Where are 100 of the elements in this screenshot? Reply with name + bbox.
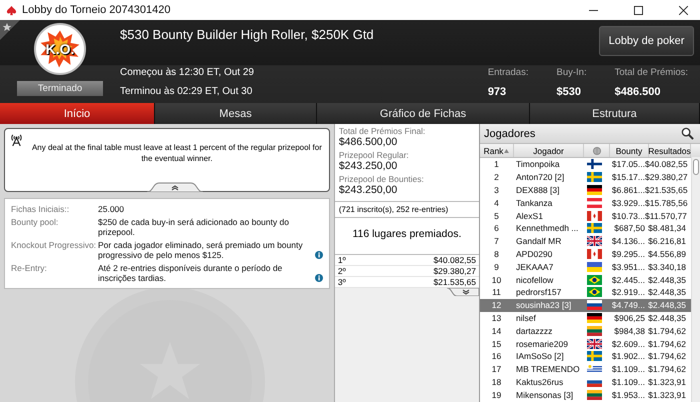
tab[interactable]: Gráfico de Fichas — [317, 103, 530, 124]
rank-cell-text: 14 — [490, 326, 502, 336]
bounty-cell-text: $1.902... — [610, 351, 645, 362]
player-row[interactable]: 16 IAmSoSo [2] $1.902... $1.794,62 — [480, 350, 691, 363]
favorite-star-icon[interactable] — [0, 20, 20, 40]
poker-lobby-button[interactable]: Lobby de poker — [599, 26, 694, 56]
players-title: Jogadores — [484, 128, 536, 140]
info-icon[interactable] — [314, 251, 323, 259]
player-row[interactable]: 14 dartazzzz $984,38 $1.794,62 — [480, 324, 691, 338]
prize-label: Prizepool de Bounties: — [338, 174, 425, 184]
flag-icon — [587, 338, 602, 349]
player-row[interactable]: 4 Tankanza $3.929...$15.785,56 — [480, 196, 691, 210]
player-row[interactable]: 9 JEKAAA7 $3.951... $3.340,18 — [480, 260, 691, 274]
player-row[interactable]: 5 AlexS1 $10.73...$11.570,77 — [480, 209, 691, 222]
result-cell: $15.785,56 — [645, 198, 686, 208]
player-row[interactable]: 13 nilsef $906,25 $2.448,35 — [480, 312, 691, 324]
search-icon[interactable] — [681, 127, 694, 140]
expand-tab-icon[interactable] — [447, 288, 479, 296]
bounty-cell-text: $3.929... — [610, 198, 645, 208]
scrollbar[interactable] — [691, 157, 700, 402]
player-name: Timonpoika — [515, 159, 561, 170]
player-row[interactable]: 19 Mikensonas [3] $1.953... $1.323,91 — [480, 388, 691, 402]
column-header[interactable]: Rank — [480, 144, 514, 157]
close-icon[interactable] — [679, 6, 688, 14]
player-row[interactable]: 10 nicofellow $2.445... $2.448,35 — [480, 273, 691, 286]
player-name: Kennethmedh ... — [515, 223, 580, 234]
bounty-cell-text: $6.861... — [610, 184, 645, 195]
broadcast-antenna-icon — [10, 133, 23, 146]
player-row[interactable]: 12 sousinha23 [3] $4.749... $2.448,35 — [480, 298, 691, 312]
stat-label: Total de Prémios: — [614, 67, 688, 78]
flag-icon — [587, 351, 602, 362]
bounty-cell-text: $17.05... — [610, 159, 645, 170]
result-cell-text: $2.448,35 — [647, 312, 686, 323]
player-row[interactable]: 8 APD0290 $9.295... $4.556,89 — [480, 248, 691, 260]
stat-label: Buy-In: — [556, 67, 587, 78]
prize-label: Prizepool Regular: — [338, 150, 410, 160]
flag-icon — [587, 262, 602, 272]
player-name: Tankanza — [515, 198, 554, 208]
player-row[interactable]: 2 Anton720 [2] $15.17...$29.380,27 — [480, 170, 691, 184]
rank-cell-text: 13 — [490, 312, 502, 323]
rank-cell-text: 18 — [490, 376, 502, 387]
rank-cell-text: 16 — [490, 351, 502, 362]
result-cell-text: $2.448,35 — [647, 300, 686, 310]
tournament-title: $530 Bounty Builder High Roller, $250K Gtd — [120, 27, 374, 42]
player-name: MB TREMENDO — [515, 364, 581, 374]
bounty-cell-text: $4.136... — [610, 236, 645, 246]
detail-label: Bounty pool: — [11, 217, 60, 229]
stat-value: $486.500 — [614, 86, 662, 98]
player-name: Mikensonas [3] — [515, 390, 574, 400]
tab[interactable]: Início — [0, 103, 155, 124]
result-cell-text: $2.448,35 — [647, 287, 686, 298]
player-row[interactable]: 7 Gandalf MR $4.136... $6.216,81 — [480, 234, 691, 248]
rank-cell-text: 2 — [493, 172, 500, 182]
player-row[interactable]: 18 Kaktus26rus $1.109... $1.323,91 — [480, 376, 691, 388]
info-icon[interactable] — [314, 274, 323, 282]
player-row[interactable]: 3 DEX888 [3] $6.861...$21.535,65 — [480, 184, 691, 196]
rank-cell-text: 6 — [493, 223, 500, 234]
bounty-cell-text: $1.109... — [610, 376, 645, 387]
flag-icon — [587, 236, 602, 246]
globe-icon — [592, 146, 600, 154]
payout-place: 1º — [338, 255, 346, 265]
prize-value: $243.250,00 — [338, 184, 398, 196]
player-row[interactable]: 6 Kennethmedh ... $687,50 $8.481,34 — [480, 222, 691, 235]
prize-value: $243.250,00 — [338, 160, 398, 172]
result-cell: $40.082,55 — [645, 159, 686, 170]
player-row[interactable]: 17 MB TREMENDO $1.109... $1.794,62 — [480, 362, 691, 376]
detail-label: Re-Entry: — [11, 263, 48, 275]
flag-icon — [587, 159, 602, 170]
result-cell-text: $1.794,62 — [647, 338, 686, 349]
stat-value: $530 — [556, 86, 582, 98]
bounty-cell-text: $984,38 — [613, 326, 645, 336]
player-row[interactable]: 15 rosemarie209 $2.609... $1.794,62 — [480, 337, 691, 350]
flag-icon — [587, 210, 602, 221]
player-row[interactable]: 1 Timonpoika $17.05...$40.082,55 — [480, 158, 691, 171]
result-cell-text: $2.448,35 — [647, 274, 686, 285]
prize-value: $486.500,00 — [338, 136, 398, 148]
flag-icon — [587, 223, 602, 234]
tab[interactable]: Estrutura — [530, 103, 700, 124]
payout-place: 3º — [338, 277, 346, 287]
column-header[interactable]: Jogador — [514, 144, 584, 157]
bounty-cell-text: $9.295... — [610, 248, 645, 259]
maximize-icon[interactable] — [634, 6, 643, 14]
detail-value: $250 de cada buy-in será adicionado ao bounty do prizepool. — [98, 217, 290, 237]
player-row[interactable]: 11 pedrorsf157 $2.919... $2.448,35 — [480, 286, 691, 299]
rank-cell-text: 19 — [490, 390, 502, 400]
detail-value: 25.000 — [98, 204, 125, 214]
player-name: pedrorsf157 — [515, 287, 562, 298]
column-header[interactable]: Resultados — [649, 144, 691, 157]
flag-icon — [587, 312, 602, 323]
result-cell-text: $1.794,62 — [647, 326, 686, 336]
player-name: sousinha23 [3] — [515, 300, 572, 310]
stat-value: 973 — [488, 86, 508, 98]
bounty-cell-text: $1.953... — [610, 390, 645, 400]
column-header[interactable]: Bounty — [610, 144, 649, 157]
window-title: Lobby do Torneio 2074301420 — [22, 4, 172, 16]
rank-cell-text: 11 — [491, 287, 502, 298]
knockout-logo: K.O. — [34, 23, 86, 75]
collapse-tab-icon[interactable] — [147, 182, 203, 192]
rank-cell-text: 15 — [490, 338, 502, 349]
tab[interactable]: Mesas — [155, 103, 317, 124]
